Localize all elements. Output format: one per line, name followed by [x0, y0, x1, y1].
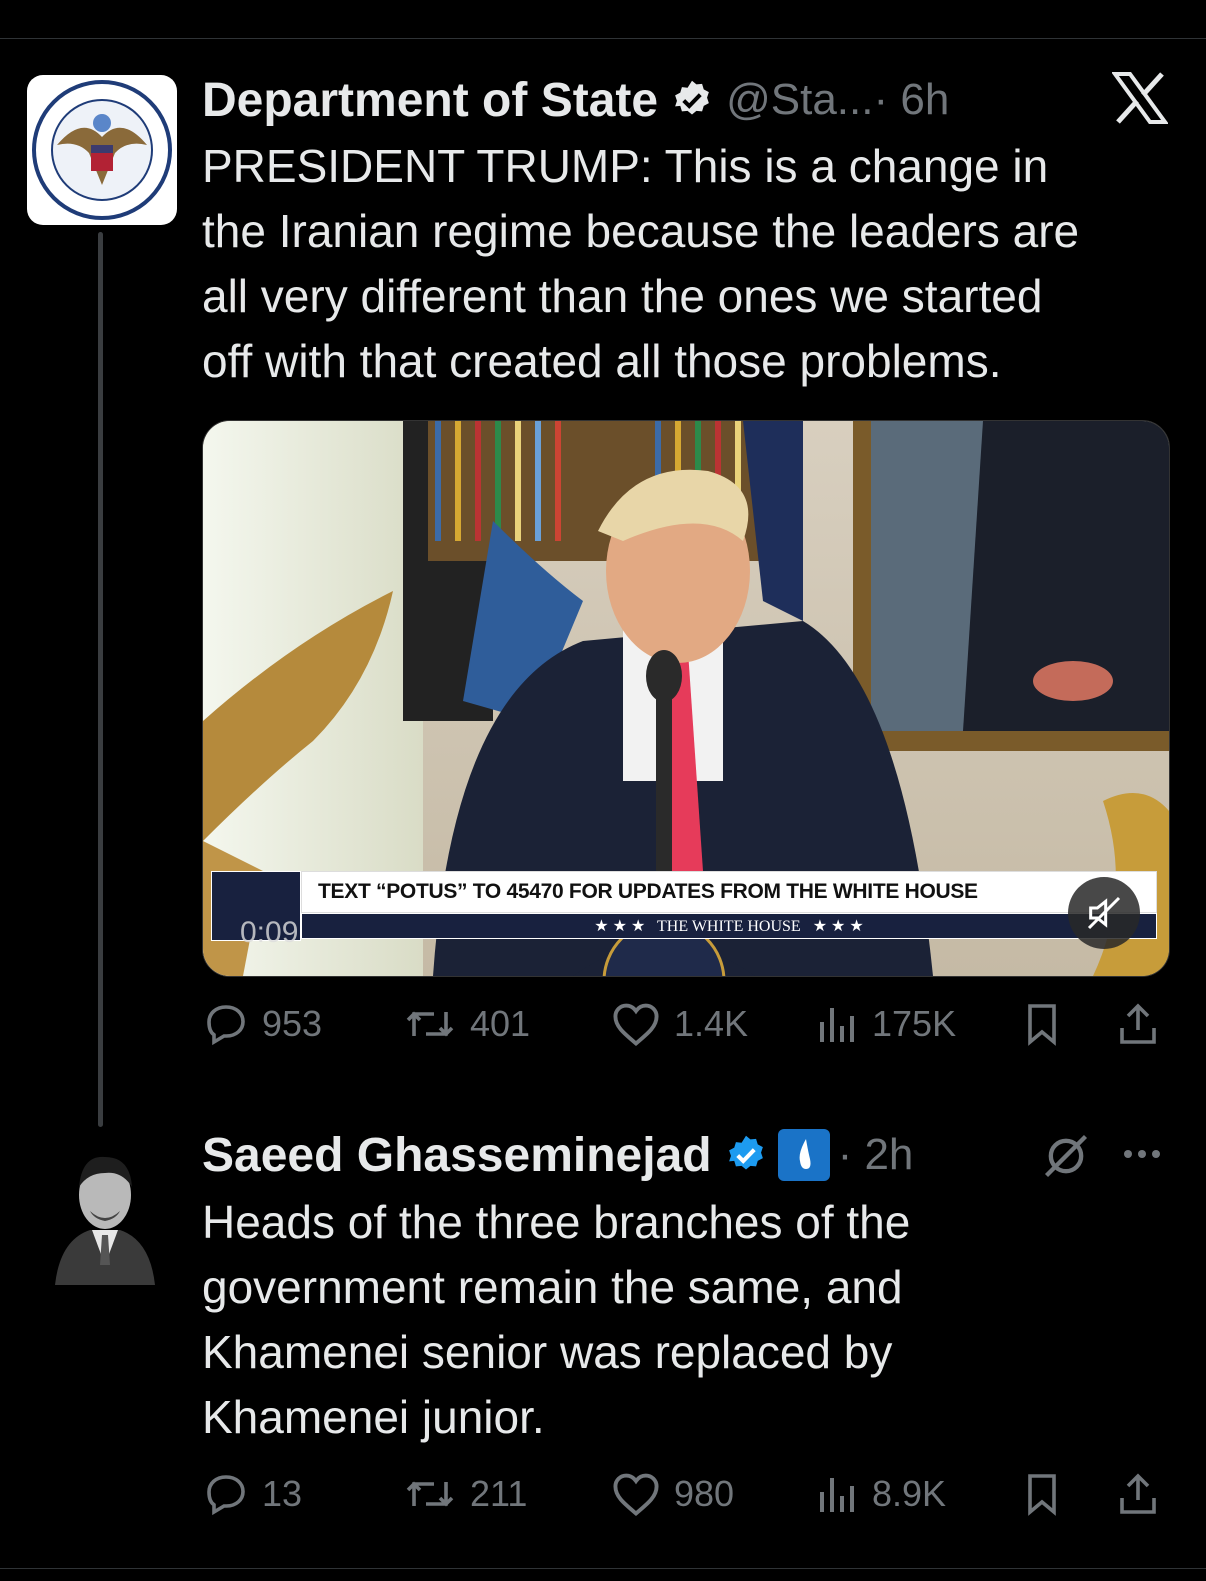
- views-button[interactable]: 175K: [816, 1000, 956, 1048]
- verified-badge-icon: [728, 1135, 763, 1170]
- tweet-text-line: Khamenei senior was replaced by: [202, 1326, 893, 1378]
- tweet-text-line: the Iranian regime because the leaders a…: [202, 205, 1080, 257]
- grok-icon[interactable]: [1040, 1130, 1092, 1182]
- views-chart-icon: [820, 1478, 854, 1512]
- bookmark-icon: [1028, 1004, 1056, 1046]
- like-button[interactable]: 1.4K: [610, 1000, 748, 1048]
- views-chart-icon: [820, 1008, 854, 1042]
- tweet-text-line: government remain the same, and: [202, 1261, 903, 1313]
- tweet-text-line: Khamenei junior.: [202, 1391, 545, 1443]
- reply-button[interactable]: 13: [202, 1470, 302, 1518]
- share-icon: [1120, 1003, 1156, 1044]
- reply-count: 13: [262, 1473, 303, 1514]
- thread-connector-line: [98, 232, 103, 1127]
- heart-icon: [613, 1473, 659, 1517]
- tweet1-header: Department of State @Sta... · 6h: [202, 70, 949, 130]
- tweet1-actions: 953 401 1.4K 175K: [202, 1000, 1168, 1060]
- x-logo-icon: [1112, 72, 1168, 124]
- reply-count: 953: [262, 1003, 323, 1044]
- author-handle[interactable]: @Sta...: [726, 75, 873, 125]
- views-button[interactable]: 8.9K: [816, 1470, 946, 1518]
- tweet-text-line: Heads of the three branches of the: [202, 1196, 911, 1248]
- repost-count: 401: [470, 1003, 531, 1044]
- author-name[interactable]: Saeed Ghasseminejad: [202, 1128, 712, 1183]
- reply-icon: [207, 1005, 245, 1046]
- reply-icon: [207, 1475, 245, 1516]
- unmute-button[interactable]: [1068, 877, 1140, 949]
- repost-count: 211: [470, 1473, 528, 1514]
- tweet2-header: Saeed Ghasseminejad · 2h: [202, 1125, 913, 1185]
- tweet-text-line: all very different than the ones we star…: [202, 270, 1043, 322]
- repost-icon: [406, 1011, 454, 1037]
- video-player[interactable]: TEXT “POTUS” TO 45470 FOR UPDATES FROM T…: [202, 420, 1170, 977]
- tweet-timestamp[interactable]: · 2h: [838, 1130, 914, 1180]
- tweet-timestamp[interactable]: · 6h: [873, 75, 949, 125]
- repost-button[interactable]: 401: [402, 1000, 530, 1048]
- repost-icon: [406, 1481, 454, 1507]
- author-name[interactable]: Department of State: [202, 73, 658, 128]
- tweet-text-line: PRESIDENT TRUMP: This is a change in: [202, 140, 1049, 192]
- repost-button[interactable]: 211: [402, 1470, 527, 1518]
- bookmark-button[interactable]: [1020, 1000, 1076, 1048]
- video-timecode: 0:09: [240, 916, 299, 949]
- heart-icon: [613, 1003, 659, 1047]
- speaker-muted-icon: [1087, 896, 1121, 930]
- like-count: 1.4K: [674, 1003, 749, 1044]
- share-button[interactable]: [1114, 1000, 1174, 1048]
- verified-badge-icon: [675, 80, 709, 115]
- views-count: 175K: [872, 1003, 957, 1044]
- bookmark-icon: [1028, 1474, 1056, 1516]
- more-options-icon[interactable]: [1118, 1130, 1166, 1178]
- lower-third-subbar: ★ ★ ★ THE WHITE HOUSE ★ ★ ★: [301, 913, 1157, 939]
- like-count: 980: [674, 1473, 735, 1514]
- top-divider: [0, 38, 1206, 39]
- bookmark-button[interactable]: [1020, 1470, 1076, 1518]
- share-button[interactable]: [1114, 1470, 1174, 1518]
- views-count: 8.9K: [872, 1473, 947, 1514]
- tweet2-actions: 13 211 980 8.9K: [202, 1470, 1168, 1530]
- like-button[interactable]: 980: [610, 1470, 734, 1518]
- tweet2-text: Heads of the three branches of the gover…: [202, 1190, 1162, 1450]
- lower-third-text: TEXT “POTUS” TO 45470 FOR UPDATES FROM T…: [318, 880, 978, 903]
- lower-third-subtext: ★ ★ ★ THE WHITE HOUSE ★ ★ ★: [594, 918, 864, 935]
- affiliate-badge-icon[interactable]: [777, 1129, 830, 1181]
- reply-button[interactable]: 953: [202, 1000, 322, 1048]
- tweet1-text: PRESIDENT TRUMP: This is a change in the…: [202, 134, 1182, 394]
- saeed-ghasseminejad-avatar[interactable]: [50, 1135, 160, 1285]
- bottom-divider: [0, 1568, 1206, 1569]
- share-icon: [1120, 1473, 1156, 1514]
- department-of-state-avatar[interactable]: [27, 75, 177, 225]
- flame-icon: [799, 1139, 811, 1169]
- lower-third-text-bar: TEXT “POTUS” TO 45470 FOR UPDATES FROM T…: [301, 871, 1157, 913]
- lower-third-banner: TEXT “POTUS” TO 45470 FOR UPDATES FROM T…: [211, 871, 1159, 941]
- tweet-text-line: off with that created all those problems…: [202, 335, 1002, 387]
- state-seal-icon: [32, 80, 172, 220]
- user-portrait: [50, 1135, 160, 1285]
